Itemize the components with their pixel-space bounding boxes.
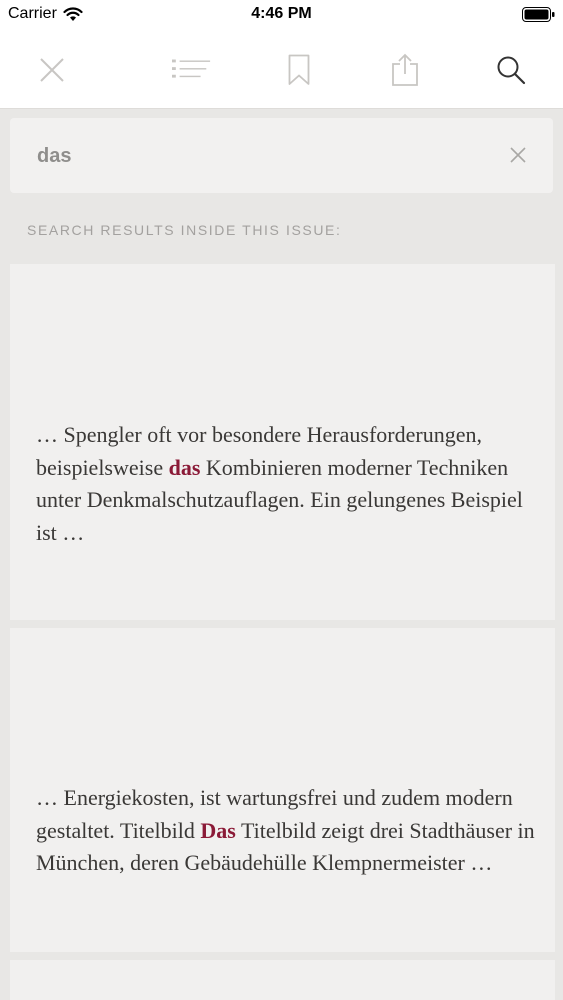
share-icon xyxy=(392,53,418,86)
table-of-contents-button[interactable] xyxy=(172,50,212,90)
result-snippet: … Spengler oft vor besondere Herausforde… xyxy=(36,422,523,545)
search-match-highlight: Das xyxy=(200,817,236,843)
toc-list-icon xyxy=(172,59,211,78)
search-field-container xyxy=(10,118,553,193)
clock: 4:46 PM xyxy=(251,5,312,22)
search-match-highlight: das xyxy=(168,454,201,480)
search-result-card[interactable]: … Spengler oft vor besondere Herausforde… xyxy=(10,264,555,620)
result-snippet: … Energiekosten, ist wartungsfrei und zu… xyxy=(36,785,535,875)
status-bar: Carrier 4:46 PM xyxy=(0,0,563,30)
share-button[interactable] xyxy=(385,50,425,90)
search-input[interactable] xyxy=(37,140,477,172)
search-result-card[interactable] xyxy=(10,960,555,1000)
search-button[interactable] xyxy=(491,50,531,90)
clear-search-icon[interactable] xyxy=(507,144,529,166)
bookmark-icon xyxy=(288,54,310,85)
close-icon xyxy=(40,58,64,82)
bookmark-button[interactable] xyxy=(279,50,319,90)
search-result-card[interactable]: … Energiekosten, ist wartungsfrei und zu… xyxy=(10,628,555,952)
battery-icon xyxy=(522,7,555,22)
search-results-heading: SEARCH RESULTS INSIDE THIS ISSUE: xyxy=(27,222,342,238)
reader-toolbar xyxy=(0,30,563,109)
search-icon xyxy=(497,56,526,85)
close-button[interactable] xyxy=(32,50,72,90)
